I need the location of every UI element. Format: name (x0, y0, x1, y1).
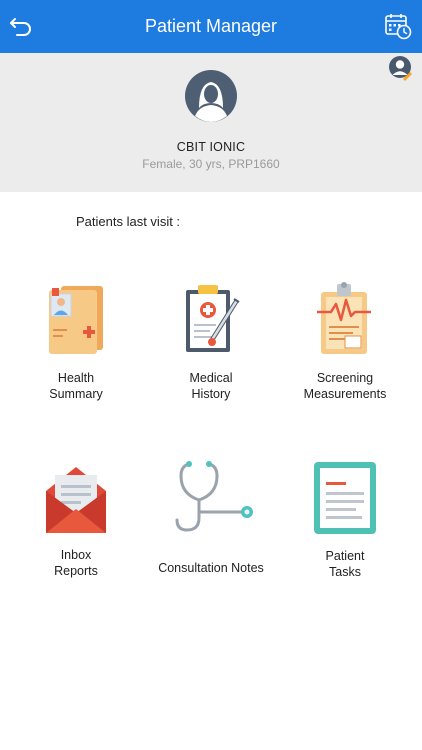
medical-history-clipboard-icon (186, 285, 240, 352)
menu-label: Inbox Reports (54, 548, 98, 578)
calendar-clock-icon[interactable] (384, 12, 412, 40)
menu-tile-patient-tasks[interactable]: Patient Tasks (283, 460, 407, 580)
menu-label: Consultation Notes (158, 561, 264, 575)
app-bar: Patient Manager (0, 0, 422, 53)
menu-tile-consultation-notes[interactable]: Consultation Notes (149, 460, 273, 576)
menu-tile-medical-history[interactable]: Medical History (149, 282, 273, 402)
menu-tile-inbox-reports[interactable]: Inbox Reports (14, 463, 138, 579)
menu-tile-health-summary[interactable]: Health Summary (14, 282, 138, 402)
tasks-clipboard-icon (314, 462, 376, 534)
menu-label: Medical History (189, 371, 233, 401)
health-summary-folder-icon (49, 286, 103, 354)
menu-label: Health Summary (49, 371, 103, 401)
female-avatar-icon (185, 70, 237, 122)
patient-name: CBIT IONIC (176, 140, 246, 154)
edit-profile-icon[interactable] (388, 55, 414, 81)
menu-label: Patient Tasks (325, 549, 365, 579)
menu-tile-screening-measurements[interactable]: Screening Measurements (283, 278, 407, 402)
inbox-envelope-icon (46, 467, 106, 533)
screening-measurements-clipboard-icon (317, 282, 371, 354)
last-visit-label: Patients last visit : (76, 214, 181, 229)
patient-details: Female, 30 yrs, PRP1660 (142, 157, 280, 171)
patient-profile-card: CBIT IONIC Female, 30 yrs, PRP1660 (0, 53, 422, 192)
page-title: Patient Manager (144, 16, 278, 36)
stethoscope-icon (175, 461, 253, 532)
menu-label: Screening Measurements (303, 371, 387, 401)
